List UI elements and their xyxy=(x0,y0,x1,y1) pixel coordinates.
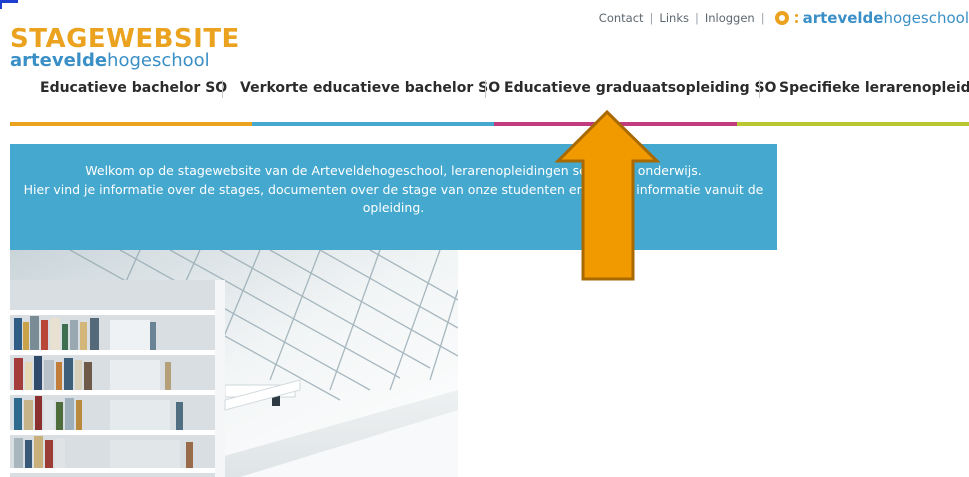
logo-title: STAGEWEBSITE xyxy=(10,24,240,54)
nav-graduaatsopleiding[interactable]: Educatieve graduaatsopleiding SO xyxy=(504,80,776,96)
logo-subtitle-rest: hogeschool xyxy=(107,50,210,71)
nav-separator xyxy=(759,80,760,98)
brand-text-bold: artevelde xyxy=(802,9,884,27)
colorbar-lime xyxy=(737,122,969,126)
logo-subtitle: arteveldehogeschool xyxy=(10,52,240,70)
main-nav: Educatieve bachelor SO Verkorte educatie… xyxy=(0,74,969,104)
focus-marker xyxy=(0,0,18,3)
welcome-line-3: opleiding. xyxy=(362,200,425,215)
colorbar-orange xyxy=(10,122,252,126)
nav-separator xyxy=(485,80,486,98)
nav-specifieke-lerarenopleiding[interactable]: Specifieke lerarenopleiding xyxy=(779,80,969,96)
brand-logo[interactable]: arteveldehogeschool xyxy=(774,9,969,27)
links-link[interactable]: Links xyxy=(659,11,689,25)
colorbar-blue xyxy=(252,122,494,126)
nav-verkorte-bachelor[interactable]: Verkorte educatieve bachelor SO xyxy=(240,80,500,96)
brand-dots-icon xyxy=(794,11,798,25)
nav-educatieve-bachelor[interactable]: Educatieve bachelor SO xyxy=(40,80,227,96)
login-link[interactable]: Inloggen xyxy=(705,11,755,25)
contact-link[interactable]: Contact xyxy=(599,11,644,25)
separator: | xyxy=(760,11,765,25)
nav-separator xyxy=(222,80,223,98)
logo-subtitle-bold: artevelde xyxy=(10,50,108,71)
welcome-line-2: Hier vind je informatie over de stages, … xyxy=(23,181,764,197)
welcome-line-1: Welkom op de stagewebsite van de Artevel… xyxy=(85,163,702,178)
brand-text: arteveldehogeschool xyxy=(803,9,969,27)
up-arrow-icon xyxy=(555,110,660,281)
site-logo[interactable]: STAGEWEBSITE arteveldehogeschool xyxy=(10,24,240,70)
library-image xyxy=(10,250,458,477)
focus-marker-edge xyxy=(0,0,2,9)
brand-logo-icon xyxy=(774,11,789,25)
top-links: Contact | Links | Inloggen | arteveldeho… xyxy=(599,9,969,27)
brand-text-rest: hogeschool xyxy=(883,9,969,27)
welcome-banner: Welkom op de stagewebsite van de Artevel… xyxy=(10,144,777,250)
separator: | xyxy=(649,11,654,25)
separator: | xyxy=(694,11,699,25)
